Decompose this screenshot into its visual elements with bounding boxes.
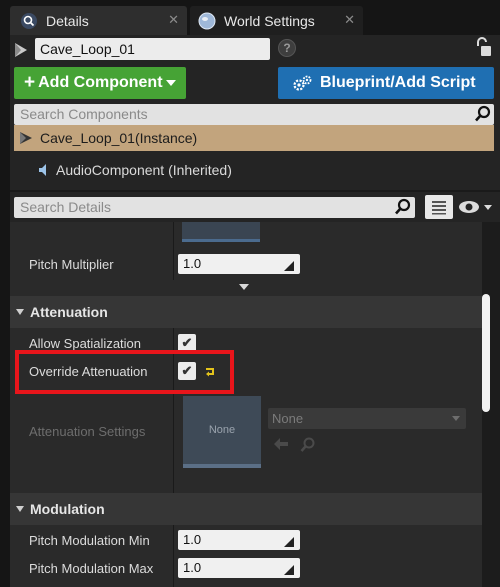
- tab-bar: Details ✕ World Settings ✕: [0, 0, 500, 37]
- close-icon[interactable]: ✕: [344, 12, 355, 28]
- allow-spatialization-label: Allow Spatialization: [29, 336, 142, 351]
- pitch-modulation-max-label: Pitch Modulation Max: [29, 561, 154, 576]
- property-matrix-button[interactable]: [425, 195, 453, 219]
- pitch-modulation-max-input[interactable]: 1.0: [178, 558, 300, 578]
- chevron-down-icon: [452, 416, 460, 421]
- drag-handle-icon: [284, 259, 294, 271]
- category-attenuation[interactable]: Attenuation: [10, 296, 482, 328]
- search-details-input[interactable]: Search Details: [14, 197, 415, 218]
- blueprint-label: Blueprint/Add Script: [320, 74, 476, 91]
- plus-icon: +: [24, 72, 36, 93]
- category-modulation-label: Modulation: [30, 501, 105, 517]
- chevron-down-icon: [166, 80, 176, 86]
- tab-world-settings[interactable]: World Settings ✕: [190, 6, 363, 35]
- attenuation-settings-label: Attenuation Settings: [29, 424, 146, 439]
- magnifier-icon: [20, 12, 38, 30]
- browse-asset-icon[interactable]: [300, 437, 316, 453]
- add-component-label: Add Component: [38, 74, 163, 91]
- search-icon: [394, 198, 412, 216]
- column-divider[interactable]: [173, 222, 174, 280]
- gears-icon: [292, 74, 314, 92]
- actor-icon: [12, 41, 30, 59]
- component-root-instance[interactable]: Cave_Loop_01(Instance): [14, 125, 494, 151]
- property-matrix-icon: [432, 201, 446, 215]
- tab-world-settings-label: World Settings: [224, 12, 315, 29]
- component-audio-label: AudioComponent (Inherited): [56, 162, 232, 178]
- pitch-modulation-min-value: 1.0: [183, 532, 202, 547]
- pitch-multiplier-value: 1.0: [183, 256, 202, 271]
- tab-details[interactable]: Details ✕: [10, 6, 187, 35]
- sound-asset-thumbnail[interactable]: [182, 222, 260, 242]
- search-icon: [474, 105, 492, 123]
- category-modulation[interactable]: Modulation: [10, 493, 482, 525]
- attenuation-asset-value: None: [272, 411, 304, 426]
- pitch-modulation-max-value: 1.0: [183, 560, 202, 575]
- attenuation-asset-combo[interactable]: None: [268, 408, 466, 429]
- close-icon[interactable]: ✕: [168, 12, 179, 28]
- pitch-modulation-min-input[interactable]: 1.0: [178, 530, 300, 550]
- view-options-button[interactable]: [458, 199, 494, 215]
- drag-handle-icon: [284, 535, 294, 547]
- use-selected-asset-icon[interactable]: [274, 438, 288, 450]
- pitch-multiplier-input[interactable]: 1.0: [178, 254, 300, 274]
- blueprint-add-script-button[interactable]: Blueprint/Add Script: [278, 67, 494, 99]
- column-divider[interactable]: [173, 525, 174, 587]
- unlock-icon[interactable]: [474, 36, 492, 58]
- search-components-input[interactable]: Search Components: [14, 104, 494, 125]
- pitch-multiplier-label: Pitch Multiplier: [29, 257, 114, 272]
- globe-icon: [198, 12, 216, 30]
- attenuation-asset-thumbnail[interactable]: None: [183, 396, 261, 468]
- category-attenuation-label: Attenuation: [30, 304, 108, 320]
- collapse-arrow-icon: [16, 309, 24, 315]
- component-root-label: Cave_Loop_01(Instance): [40, 130, 198, 146]
- scrollbar-thumb[interactable]: [482, 294, 490, 412]
- collapse-arrow-icon: [16, 506, 24, 512]
- actor-name-field[interactable]: Cave_Loop_01: [35, 38, 270, 60]
- audio-component-icon: [36, 162, 52, 178]
- add-component-button[interactable]: + Add Component: [14, 67, 186, 99]
- search-components-placeholder: Search Components: [20, 106, 148, 122]
- eye-icon: [459, 201, 492, 213]
- divider: [10, 190, 500, 192]
- search-details-placeholder: Search Details: [20, 199, 112, 215]
- component-audio[interactable]: AudioComponent (Inherited): [36, 160, 232, 180]
- actor-icon: [18, 130, 34, 146]
- highlight-annotation: [15, 350, 234, 394]
- expand-arrow-icon: [239, 284, 249, 290]
- pitch-modulation-min-label: Pitch Modulation Min: [29, 533, 150, 548]
- help-icon[interactable]: ?: [278, 39, 296, 57]
- drag-handle-icon: [284, 563, 294, 575]
- tab-details-label: Details: [46, 12, 89, 29]
